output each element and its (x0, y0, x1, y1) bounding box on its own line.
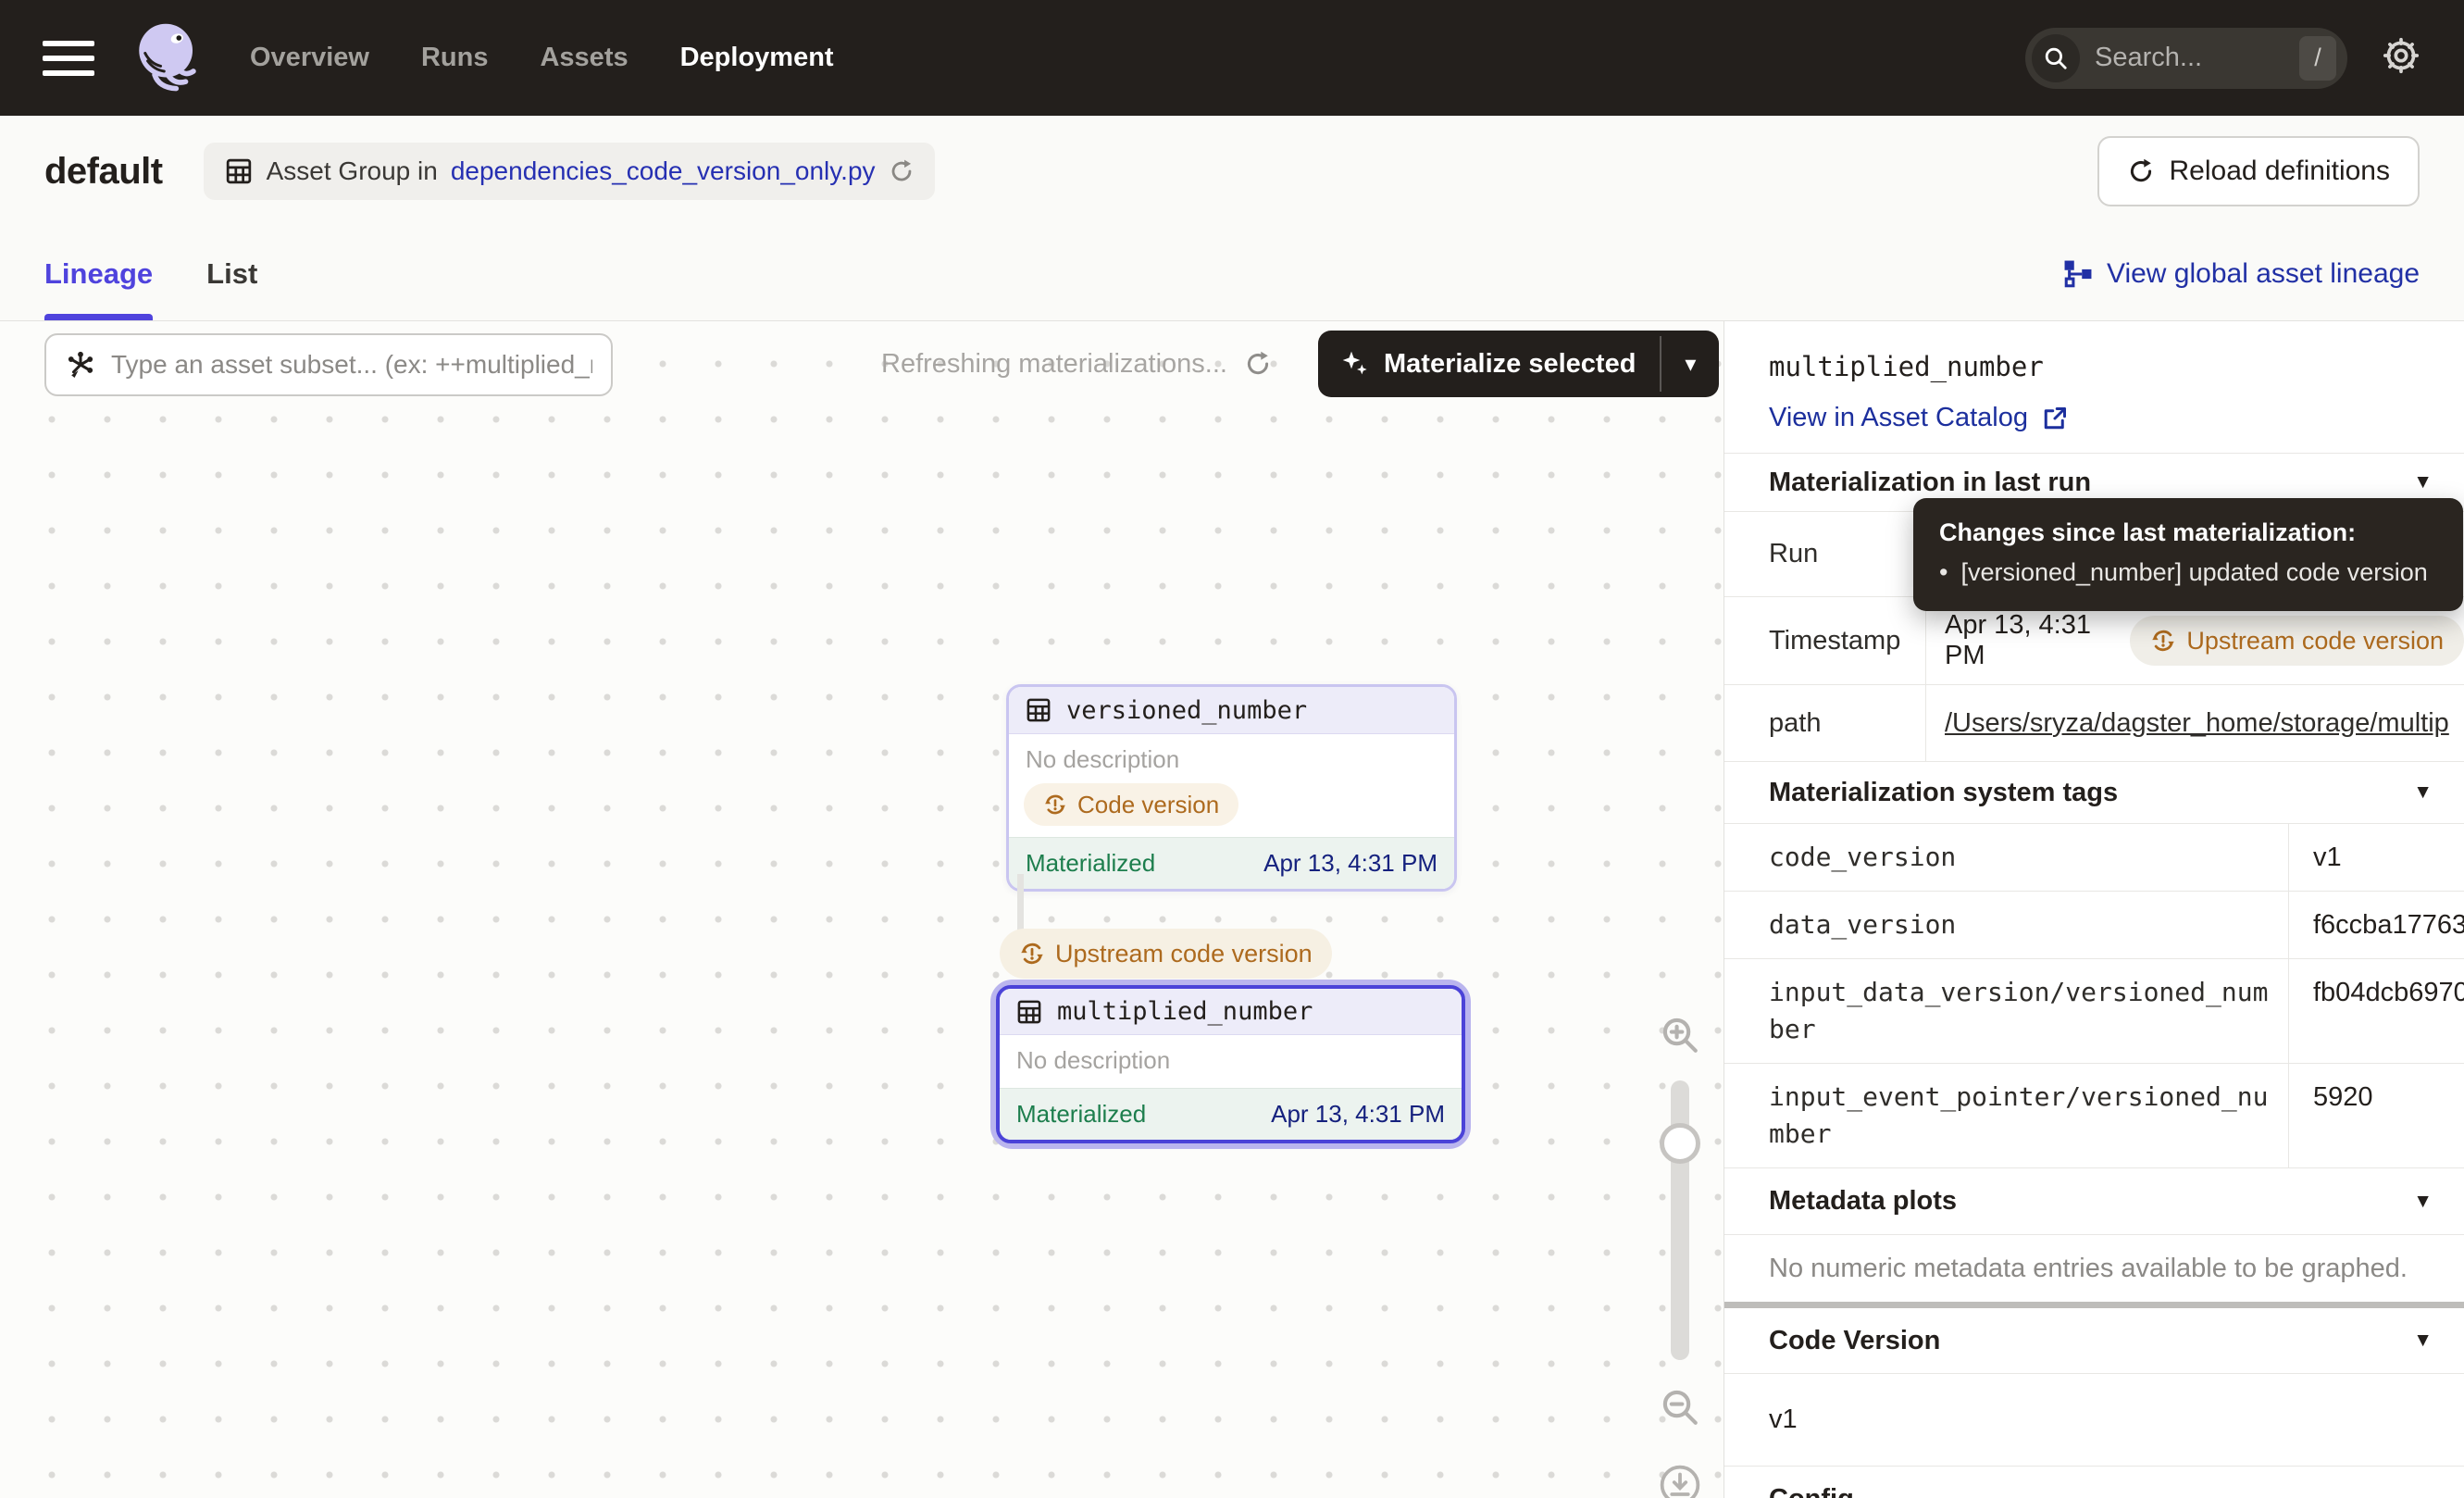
lineage-edge (1017, 874, 1024, 933)
search-icon (2032, 34, 2080, 82)
reload-icon (2127, 157, 2155, 185)
hamburger-menu-icon[interactable] (43, 41, 94, 76)
zoom-slider-handle[interactable] (1660, 1123, 1700, 1164)
nav-item-overview[interactable]: Overview (250, 43, 369, 73)
materialized-timestamp[interactable]: Apr 13, 4:31 PM (1263, 849, 1437, 878)
top-nav: Overview Runs Assets Deployment / (0, 0, 2464, 116)
asset-node-name: multiplied_number (1057, 997, 1313, 1026)
tooltip-item: [versioned_number] updated code version (1960, 558, 2427, 587)
nav-items: Overview Runs Assets Deployment (250, 43, 834, 73)
tag-row-code-version: code_version v1 (1724, 824, 2464, 892)
lineage-canvas[interactable]: Refreshing materializations... Materiali… (0, 321, 1724, 1498)
sidebar-header: multiplied_number View in Asset Catalog (1724, 321, 2464, 454)
page-title: default (44, 151, 163, 193)
global-search[interactable]: / (2025, 28, 2347, 89)
asset-group-prefix: Asset Group in (267, 156, 438, 186)
code-version-icon (2150, 628, 2176, 654)
asset-group-badge: Asset Group in dependencies_code_version… (204, 143, 935, 200)
search-input[interactable] (2095, 43, 2299, 73)
tag-row-input-event-pointer: input_event_pointer/versioned_number 592… (1724, 1064, 2464, 1168)
path-row: path /Users/sryza/dagster_home/storage/m… (1724, 685, 2464, 762)
lineage-graph-icon (2062, 258, 2094, 290)
asset-details-sidebar: multiplied_number View in Asset Catalog … (1724, 321, 2464, 1498)
run-label: Run (1724, 512, 1926, 596)
section-config[interactable]: Config (1724, 1467, 2464, 1498)
dagster-app: Overview Runs Assets Deployment / defaul… (0, 0, 2464, 1498)
asset-group-icon (224, 156, 254, 186)
chevron-down-icon[interactable]: ▼ (2413, 1191, 2433, 1213)
asset-subset-input[interactable] (111, 350, 592, 380)
tab-list[interactable]: List (206, 227, 257, 320)
catalog-link-label: View in Asset Catalog (1769, 403, 2028, 433)
asset-node-description: No description (1009, 734, 1454, 774)
zoom-in-icon[interactable] (1659, 1014, 1701, 1056)
tab-lineage[interactable]: Lineage (44, 227, 153, 320)
tag-row-data-version: data_version f6ccba177638 (1724, 892, 2464, 959)
zoom-out-icon[interactable] (1659, 1386, 1701, 1429)
download-image-icon[interactable] (1657, 1462, 1703, 1498)
asset-node-name: versioned_number (1066, 696, 1307, 725)
bullet-icon: • (1939, 558, 1948, 587)
asset-node-versioned-number[interactable]: versioned_number No description Code ver… (1006, 684, 1457, 892)
metadata-empty-message: No numeric metadata entries available to… (1724, 1235, 2464, 1302)
table-icon (1025, 696, 1052, 724)
tooltip-title: Changes since last materialization: (1939, 518, 2437, 547)
changes-tooltip: Changes since last materialization: • [v… (1913, 498, 2463, 611)
timestamp-label: Timestamp (1724, 597, 1926, 684)
page-header: default Asset Group in dependencies_code… (0, 116, 2464, 227)
chevron-down-icon[interactable]: ▼ (2413, 471, 2433, 493)
asset-group-file-link[interactable]: dependencies_code_version_only.py (451, 156, 876, 186)
refresh-icon[interactable] (889, 158, 915, 184)
refreshing-status: Refreshing materializations... (881, 342, 1272, 386)
materialize-label: Materialize selected (1384, 349, 1636, 380)
refresh-icon[interactable] (1244, 350, 1272, 378)
sidebar-asset-name: multiplied_number (1769, 351, 2420, 382)
gear-icon[interactable] (2381, 35, 2421, 81)
section-metadata-plots[interactable]: Metadata plots ▼ (1724, 1168, 2464, 1235)
code-version-icon (1043, 793, 1067, 817)
table-icon (1015, 998, 1043, 1026)
zoom-slider[interactable] (1671, 1080, 1689, 1360)
refreshing-label: Refreshing materializations... (881, 349, 1227, 380)
reload-definitions-label: Reload definitions (2170, 156, 2391, 187)
tab-bar: Lineage List View global asset lineage (0, 227, 2464, 321)
asset-node-multiplied-number[interactable]: multiplied_number No description Materia… (990, 980, 1471, 1149)
materialize-dropdown-caret[interactable]: ▾ (1661, 331, 1719, 397)
search-shortcut-key: / (2299, 36, 2336, 81)
section-materialization-system-tags[interactable]: Materialization system tags ▼ (1724, 762, 2464, 824)
path-label: path (1724, 685, 1926, 761)
dagster-logo-icon[interactable] (130, 16, 205, 101)
tag-row-input-data-version: input_data_version/versioned_number fb04… (1724, 959, 2464, 1064)
external-link-icon (2041, 405, 2069, 432)
upstream-code-version-badge: Upstream code version (1000, 929, 1332, 979)
zoom-controls (1646, 1014, 1714, 1498)
global-lineage-label: View global asset lineage (2107, 258, 2420, 290)
materialize-selected-button[interactable]: Materialize selected ▾ (1318, 331, 1719, 397)
view-global-asset-lineage-link[interactable]: View global asset lineage (2062, 258, 2420, 290)
view-in-asset-catalog-link[interactable]: View in Asset Catalog (1769, 403, 2420, 433)
sparkle-icon (1340, 349, 1370, 379)
section-divider (1724, 1302, 2464, 1308)
nav-item-assets[interactable]: Assets (540, 43, 628, 73)
nav-item-runs[interactable]: Runs (421, 43, 489, 73)
code-version-icon (1019, 941, 1045, 967)
chevron-down-icon[interactable]: ▼ (2413, 781, 2433, 804)
code-version-value: v1 (1724, 1374, 2464, 1467)
upstream-code-version-badge: Upstream code version (2130, 616, 2464, 666)
selection-syntax-icon (65, 349, 96, 381)
materialized-timestamp[interactable]: Apr 13, 4:31 PM (1271, 1100, 1445, 1129)
nav-item-deployment[interactable]: Deployment (680, 43, 834, 73)
asset-subset-filter[interactable] (44, 333, 613, 396)
reload-definitions-button[interactable]: Reload definitions (2097, 136, 2420, 206)
chevron-down-icon[interactable]: ▼ (2413, 1329, 2433, 1352)
materialized-status: Materialized (1026, 849, 1155, 878)
path-link[interactable]: /Users/sryza/dagster_home/storage/multip (1945, 708, 2449, 739)
timestamp-value: Apr 13, 4:31 PM (1945, 610, 2117, 671)
materialized-status: Materialized (1016, 1100, 1146, 1129)
asset-node-description: No description (1000, 1035, 1462, 1088)
code-version-badge: Code version (1024, 783, 1238, 826)
section-code-version[interactable]: Code Version ▼ (1724, 1308, 2464, 1374)
